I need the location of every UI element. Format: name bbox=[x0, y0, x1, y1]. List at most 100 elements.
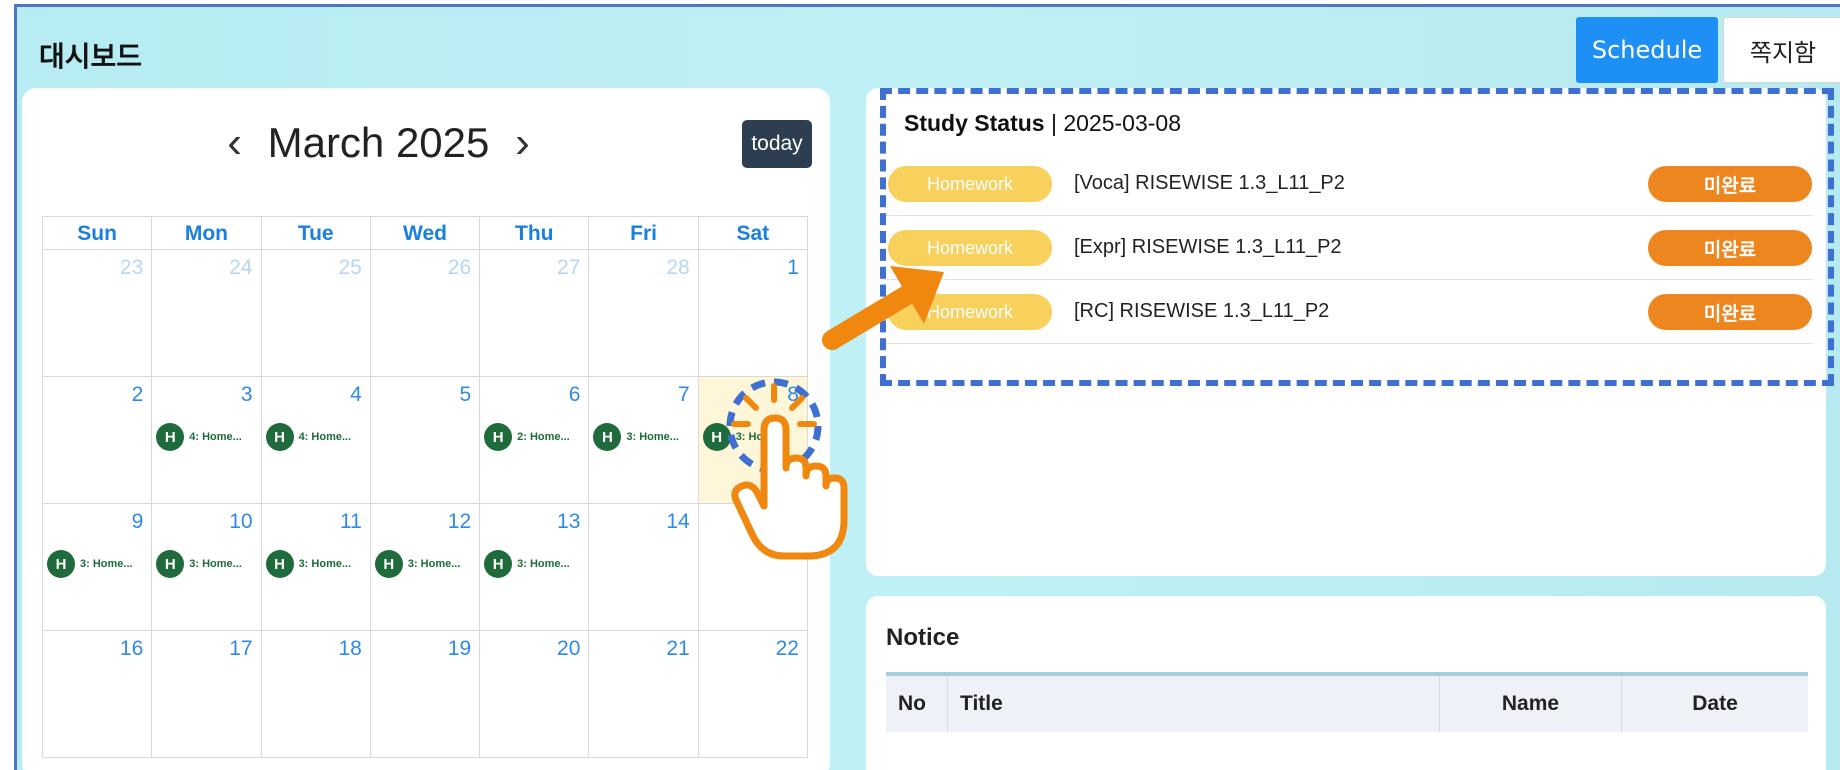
calendar-week-row: 9 H 3: Home... 10 H 3: Home... 11 H 3: Home... 12… bbox=[43, 504, 808, 631]
calendar-day-cell[interactable]: 1 bbox=[698, 250, 808, 377]
study-status-date: 2025-03-08 bbox=[1063, 110, 1181, 136]
weekday-header: Sat bbox=[698, 217, 808, 250]
homework-badge-icon: H bbox=[484, 550, 513, 578]
day-number: 7 bbox=[678, 383, 690, 406]
day-number: 28 bbox=[666, 256, 690, 279]
weekday-header: Wed bbox=[370, 217, 481, 250]
day-number: 14 bbox=[666, 510, 690, 533]
event-label: 3: Home... bbox=[298, 558, 352, 570]
homework-badge-icon: H bbox=[265, 423, 294, 451]
calendar-day-cell[interactable]: 26 bbox=[370, 250, 481, 377]
calendar-day-cell[interactable]: 7 H 3: Home... bbox=[589, 377, 699, 504]
category-pill: Homework bbox=[888, 166, 1052, 202]
study-status-label: Study Status bbox=[904, 110, 1045, 136]
day-number: 3 bbox=[240, 383, 253, 406]
calendar-day-cell[interactable]: 22 bbox=[698, 631, 808, 758]
calendar-day-cell[interactable]: 17 bbox=[152, 631, 262, 758]
calendar-event[interactable]: H 4: Home... bbox=[265, 423, 352, 451]
study-status-panel: Study Status | 2025-03-08 Homework [Voca… bbox=[866, 88, 1826, 576]
calendar-day-cell[interactable]: 19 bbox=[370, 631, 481, 758]
calendar-day-cell[interactable]: 14 bbox=[589, 504, 699, 631]
calendar-day-cell[interactable]: 16 bbox=[43, 631, 153, 758]
day-number: 17 bbox=[229, 637, 253, 660]
calendar-day-cell[interactable]: 27 bbox=[480, 250, 590, 377]
calendar-day-cell[interactable]: 21 bbox=[589, 631, 699, 758]
calendar-day-cell[interactable]: 28 bbox=[589, 250, 699, 377]
event-label: 4: Home... bbox=[189, 431, 242, 443]
study-status-separator: | bbox=[1050, 110, 1057, 136]
event-label: 2: Home... bbox=[517, 431, 570, 443]
event-label: 3: Home... bbox=[189, 558, 242, 570]
homework-badge-icon: H bbox=[265, 550, 294, 578]
day-number: 16 bbox=[119, 637, 144, 660]
calendar-week-row: 23 24 25 26 27 28 1 bbox=[43, 250, 808, 377]
day-number: 4 bbox=[350, 383, 362, 406]
assignment-title[interactable]: [Voca] RISEWISE 1.3_L11_P2 bbox=[1074, 172, 1345, 195]
page-title: 대시보드 bbox=[39, 40, 143, 73]
calendar-day-cell[interactable]: 6 H 2: Home... bbox=[480, 377, 590, 504]
calendar-day-cell[interactable]: 24 bbox=[152, 250, 262, 377]
calendar-event[interactable]: H 3: Home... bbox=[484, 550, 570, 578]
study-row[interactable]: Homework [RC] RISEWISE 1.3_L11_P2 미완료 bbox=[882, 280, 1812, 344]
study-row[interactable]: Homework [Voca] RISEWISE 1.3_L11_P2 미완료 bbox=[882, 152, 1812, 216]
day-number: 23 bbox=[119, 256, 144, 279]
calendar-event[interactable]: H 3: Home... bbox=[593, 423, 679, 451]
column-header-date: Date bbox=[1692, 692, 1738, 715]
prev-month-button[interactable]: ‹ bbox=[213, 118, 256, 168]
month-label: March 2025 bbox=[267, 118, 490, 166]
calendar-event[interactable]: H 3: Home... bbox=[265, 550, 352, 578]
event-label: 3: Home... bbox=[80, 558, 133, 570]
study-row[interactable]: Homework [Expr] RISEWISE 1.3_L11_P2 미완료 bbox=[882, 216, 1812, 280]
homework-badge-icon: H bbox=[484, 423, 513, 451]
event-label: 3: Home... bbox=[517, 558, 570, 570]
day-number: 25 bbox=[338, 256, 362, 279]
day-number: 12 bbox=[447, 510, 472, 533]
calendar-event[interactable]: H 3: Home... bbox=[156, 550, 242, 578]
event-label: 3: Home... bbox=[407, 558, 461, 570]
calendar-day-cell[interactable]: 18 bbox=[261, 631, 371, 758]
day-number: 24 bbox=[229, 256, 253, 279]
day-number: 27 bbox=[557, 256, 581, 279]
day-number: 19 bbox=[447, 637, 472, 660]
calendar-event[interactable]: H 2: Home... bbox=[484, 423, 570, 451]
calendar-day-cell[interactable]: 10 H 3: Home... bbox=[152, 504, 262, 631]
calendar-event[interactable]: H 4: Home... bbox=[156, 423, 242, 451]
calendar-day-cell[interactable]: 11 H 3: Home... bbox=[261, 504, 371, 631]
calendar-day-cell[interactable]: 12 H 3: Home... bbox=[370, 504, 481, 631]
calendar-day-cell[interactable]: 9 H 3: Home... bbox=[43, 504, 153, 631]
arrow-pointer-icon bbox=[822, 266, 944, 350]
status-pill: 미완료 bbox=[1648, 230, 1812, 266]
today-button[interactable]: today bbox=[742, 120, 812, 168]
day-number: 5 bbox=[459, 383, 472, 406]
calendar-grid: Sun Mon Tue Wed Thu Fri Sat 23 24 25 26 27 28 1 2 3 H 4:… bbox=[42, 216, 808, 758]
day-number: 6 bbox=[568, 383, 581, 406]
calendar-day-cell[interactable]: 4 H 4: Home... bbox=[261, 377, 371, 504]
calendar-day-cell[interactable]: 23 bbox=[43, 250, 153, 377]
assignment-title[interactable]: [RC] RISEWISE 1.3_L11_P2 bbox=[1074, 300, 1329, 323]
day-number: 21 bbox=[666, 637, 690, 660]
calendar-day-cell[interactable]: 2 bbox=[43, 377, 153, 504]
notes-button[interactable]: 쪽지함 bbox=[1723, 17, 1840, 83]
day-number: 11 bbox=[340, 510, 362, 533]
next-month-button[interactable]: › bbox=[501, 118, 544, 168]
calendar-day-cell[interactable]: 20 bbox=[480, 631, 590, 758]
homework-badge-icon: H bbox=[47, 550, 75, 578]
status-pill: 미완료 bbox=[1648, 166, 1812, 202]
day-number: 26 bbox=[447, 256, 472, 279]
weekday-header: Fri bbox=[589, 217, 699, 250]
calendar-event[interactable]: H 3: Home... bbox=[47, 550, 133, 578]
column-header-name: Name bbox=[1440, 676, 1622, 732]
event-label: 4: Home... bbox=[298, 431, 352, 443]
assignment-title[interactable]: [Expr] RISEWISE 1.3_L11_P2 bbox=[1074, 236, 1342, 259]
weekday-header: Tue bbox=[261, 217, 371, 250]
status-pill: 미완료 bbox=[1648, 294, 1812, 330]
calendar-day-cell[interactable]: 5 bbox=[370, 377, 481, 504]
schedule-button[interactable]: Schedule bbox=[1576, 17, 1718, 83]
calendar-event[interactable]: H 3: Home... bbox=[374, 550, 461, 578]
calendar-day-cell[interactable]: 13 H 3: Home... bbox=[480, 504, 590, 631]
notice-title: Notice bbox=[886, 624, 960, 651]
calendar-day-cell[interactable]: 3 H 4: Home... bbox=[152, 377, 262, 504]
day-number: 2 bbox=[131, 383, 144, 406]
weekday-header: Mon bbox=[152, 217, 262, 250]
calendar-day-cell[interactable]: 25 bbox=[261, 250, 371, 377]
